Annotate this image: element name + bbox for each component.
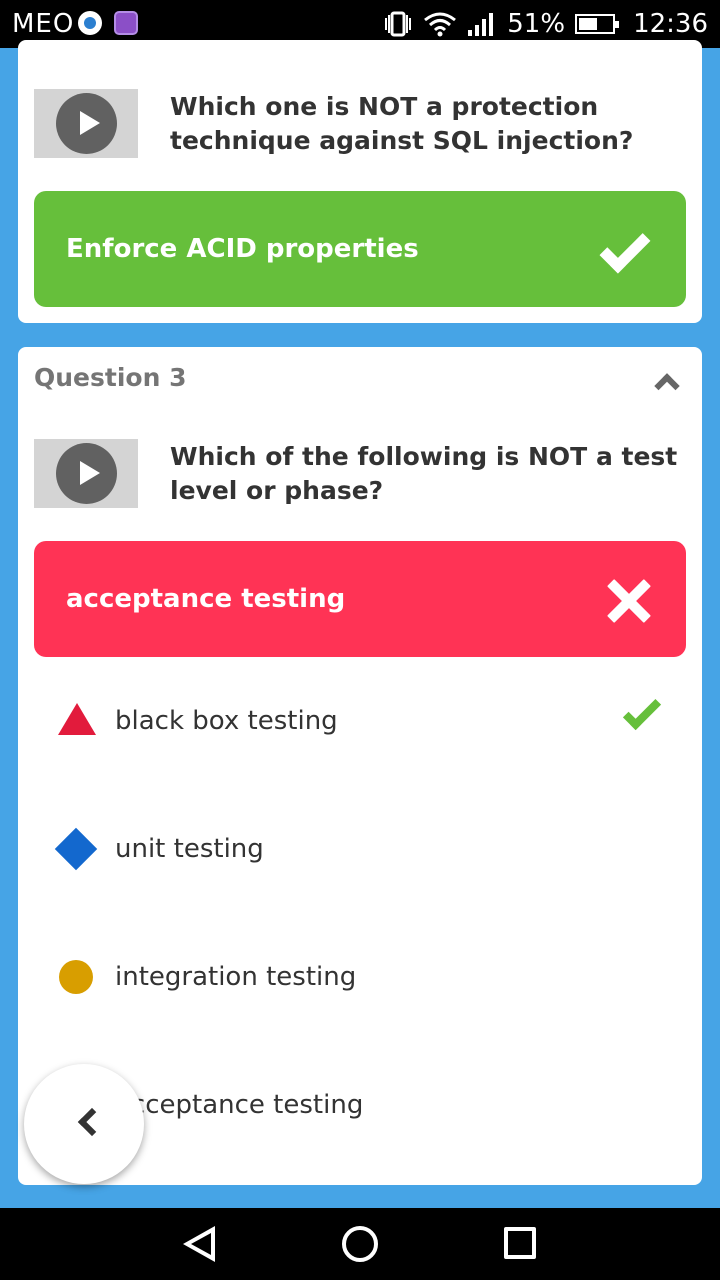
video-thumbnail[interactable] <box>34 89 138 158</box>
chevron-left-icon[interactable] <box>77 1107 107 1137</box>
option-label: acceptance testing <box>115 1090 364 1120</box>
nav-back-icon[interactable] <box>183 1226 217 1262</box>
question-text: Which of the following is NOT a test lev… <box>170 442 678 505</box>
carrier-name: MEO <box>12 9 75 39</box>
circle-icon <box>59 960 93 994</box>
chevron-up-icon[interactable] <box>654 373 680 399</box>
triangle-icon <box>58 703 96 735</box>
video-thumbnail[interactable] <box>34 439 138 508</box>
answer-banner-incorrect: acceptance testing <box>34 541 686 657</box>
question-card-previous: Which one is NOT a protection technique … <box>18 40 702 323</box>
nav-recents-icon[interactable] <box>504 1227 536 1259</box>
clock: 12:36 <box>633 9 708 39</box>
app-notification-icon <box>78 11 102 35</box>
battery-icon <box>575 14 620 34</box>
play-icon[interactable] <box>56 93 117 154</box>
answer-banner-correct: Enforce ACID properties <box>34 191 686 307</box>
check-icon <box>622 691 662 731</box>
signal-icon <box>468 13 494 36</box>
nav-home-icon[interactable] <box>342 1226 378 1262</box>
check-icon <box>599 222 651 274</box>
vibrate-icon <box>385 11 412 37</box>
gallery-notification-icon <box>114 11 138 35</box>
x-icon <box>606 579 650 623</box>
question-text: Which one is NOT a protection technique … <box>170 92 634 155</box>
question-label: Question 3 <box>34 363 187 392</box>
selected-answer-text: Enforce ACID properties <box>66 234 419 264</box>
navigation-bar <box>0 1208 720 1280</box>
wifi-icon <box>424 12 457 37</box>
battery-percentage: 51% <box>507 9 566 39</box>
option-label: integration testing <box>115 962 357 992</box>
answer-option: black box testing <box>18 691 702 751</box>
option-label: black box testing <box>115 706 338 736</box>
answer-option: unit testing <box>18 819 702 879</box>
option-label: unit testing <box>115 834 264 864</box>
question-card-3: Question 3 Which of the following is NOT… <box>18 347 702 1185</box>
back-button[interactable] <box>24 1064 144 1184</box>
selected-answer-text: acceptance testing <box>66 584 346 614</box>
answer-option: integration testing <box>18 947 702 1007</box>
diamond-icon <box>54 827 98 871</box>
play-icon[interactable] <box>56 443 117 504</box>
